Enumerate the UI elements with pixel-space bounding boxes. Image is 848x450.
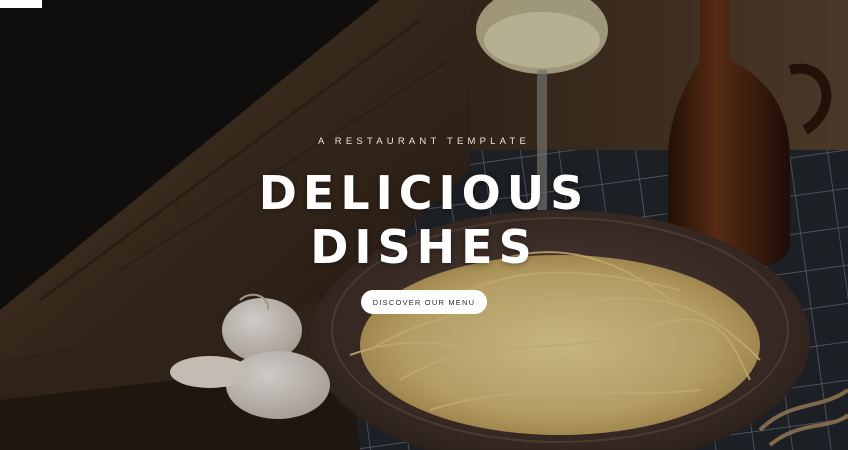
logo-mark[interactable] — [0, 0, 42, 8]
hero-background-photo — [0, 0, 848, 450]
hero-background — [0, 0, 848, 450]
discover-menu-button[interactable]: DISCOVER OUR MENU — [361, 290, 487, 314]
